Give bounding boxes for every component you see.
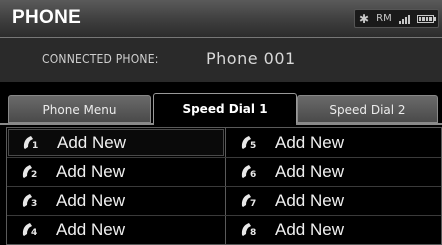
speed-dial-entry-2[interactable]: 2 Add New (8, 158, 224, 185)
phone-handset-icon: 2 (20, 162, 46, 182)
signal-strength-icon (398, 14, 410, 24)
connected-phone-label: CONNECTED PHONE: (42, 52, 159, 66)
phone-screen: PHONE ✱ RM CONNECTED PHONE: Phone 001 Ph… (0, 0, 442, 245)
phone-handset-icon: 1 (21, 133, 47, 153)
bluetooth-icon: ✱ (359, 11, 370, 26)
phone-handset-icon: 5 (239, 133, 265, 153)
page-title: PHONE (12, 7, 82, 28)
speed-dial-label: Add New (56, 219, 125, 239)
speed-dial-list: 1 Add New 2 Add New 3 Add New 4 Add New (6, 127, 442, 245)
tab-speed-dial-2[interactable]: Speed Dial 2 (297, 95, 438, 123)
phone-handset-icon: 8 (239, 220, 265, 240)
speed-dial-entry-5[interactable]: 5 Add New (227, 129, 440, 156)
speed-dial-label: Add New (275, 132, 344, 152)
connected-phone-row: CONNECTED PHONE: Phone 001 (0, 38, 442, 82)
speed-dial-entry-4[interactable]: 4 Add New (8, 216, 224, 243)
rm-indicator: RM (376, 13, 392, 24)
speed-dial-entry-8[interactable]: 8 Add New (227, 216, 440, 243)
speed-dial-label: Add New (275, 219, 344, 239)
speed-dial-label: Add New (56, 161, 125, 181)
speed-dial-entry-7[interactable]: 7 Add New (227, 187, 440, 214)
title-bar: PHONE ✱ RM (0, 0, 442, 38)
battery-icon (416, 14, 436, 23)
phone-handset-icon: 3 (20, 191, 46, 211)
tab-speed-dial-1[interactable]: Speed Dial 1 (153, 93, 297, 123)
phone-handset-icon: 4 (20, 220, 46, 240)
speed-dial-label: Add New (56, 190, 125, 210)
speed-dial-entry-6[interactable]: 6 Add New (227, 158, 440, 185)
speed-dial-entry-1[interactable]: 1 Add New (8, 129, 224, 156)
speed-dial-label: Add New (275, 190, 344, 210)
phone-handset-icon: 6 (239, 162, 265, 182)
phone-handset-icon: 7 (239, 191, 265, 211)
tab-bar: Phone Menu Speed Dial 2 Speed Dial 1 (0, 93, 442, 123)
speed-dial-label: Add New (275, 161, 344, 181)
speed-dial-entry-3[interactable]: 3 Add New (8, 187, 224, 214)
connected-phone-name: Phone 001 (206, 49, 296, 68)
tab-phone-menu[interactable]: Phone Menu (8, 95, 151, 123)
status-indicators: ✱ RM (354, 9, 439, 28)
speed-dial-label: Add New (57, 132, 126, 152)
